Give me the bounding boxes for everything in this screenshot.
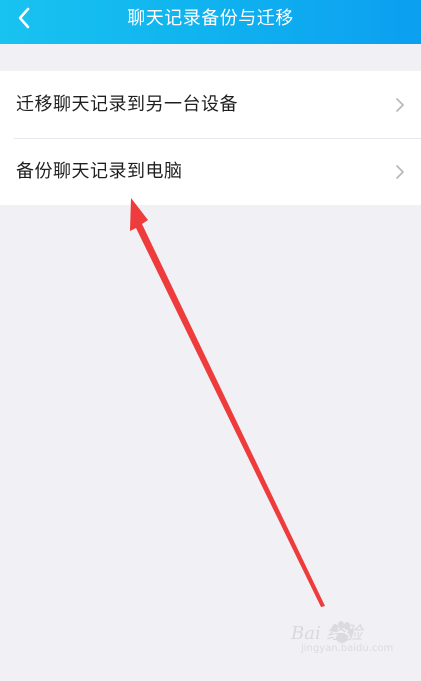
page-title: 聊天记录备份与迁移 — [127, 8, 294, 29]
settings-list: 迁移聊天记录到另一台设备 备份聊天记录到电脑 — [0, 71, 421, 205]
list-item-migrate-to-device[interactable]: 迁移聊天记录到另一台设备 — [0, 71, 421, 138]
list-item-label: 迁移聊天记录到另一台设备 — [16, 94, 238, 115]
chevron-right-icon — [395, 164, 405, 180]
list-item-label: 备份聊天记录到电脑 — [16, 161, 183, 182]
baidu-jingyan-watermark: Bai 经验 jingyan.baidu.com — [291, 619, 401, 663]
list-item-backup-to-computer[interactable]: 备份聊天记录到电脑 — [0, 138, 421, 205]
chevron-right-icon — [395, 97, 405, 113]
title-bar: 聊天记录备份与迁移 — [0, 0, 421, 44]
paw-icon — [329, 621, 355, 645]
watermark-url: jingyan.baidu.com — [301, 643, 394, 654]
